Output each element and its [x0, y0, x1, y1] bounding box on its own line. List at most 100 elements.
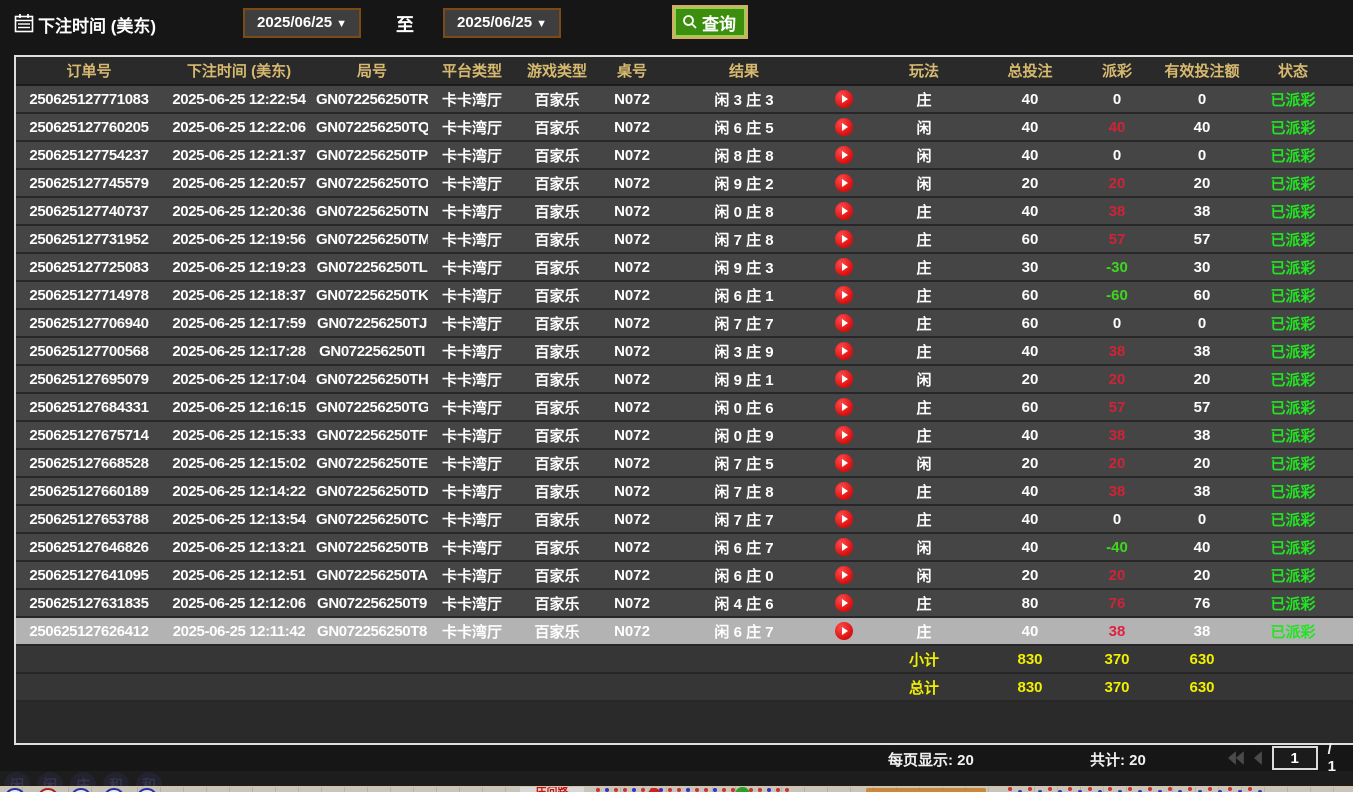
game-detail — [1338, 533, 1353, 561]
table-row[interactable]: 2506251277250832025-06-25 12:19:23GN0722… — [16, 253, 1353, 281]
table-row[interactable]: 2506251277407372025-06-25 12:20:36GN0722… — [16, 197, 1353, 225]
table-row[interactable]: 2506251276950792025-06-25 12:17:04GN0722… — [16, 365, 1353, 393]
bet-order-id: 250625127700568 — [16, 337, 162, 365]
date-to-value: 2025/06/25 — [457, 14, 532, 31]
total-bet: 60 — [982, 309, 1078, 337]
round-id: GN072256250TL — [316, 253, 428, 281]
bet-time: 2025-06-25 12:13:21 — [162, 533, 316, 561]
game-detail — [1338, 393, 1353, 421]
play-video-icon[interactable] — [835, 566, 853, 584]
play-video-icon[interactable] — [835, 342, 853, 360]
play-video-icon[interactable] — [835, 258, 853, 276]
play-video-icon[interactable] — [835, 398, 853, 416]
page-number-input[interactable] — [1272, 746, 1318, 770]
background-road-dot — [695, 788, 699, 792]
status-badge: 已派彩 — [1248, 253, 1338, 281]
background-road-dot — [668, 788, 672, 792]
play-video-icon[interactable] — [835, 314, 853, 332]
background-road-dot — [767, 788, 771, 792]
total-bet: 60 — [982, 393, 1078, 421]
status-badge: 已派彩 — [1248, 309, 1338, 337]
play-video-icon[interactable] — [835, 622, 853, 640]
play-video-icon[interactable] — [835, 370, 853, 388]
table-row[interactable]: 2506251277710832025-06-25 12:22:54GN0722… — [16, 85, 1353, 113]
game-result: 闲 9 庄 2 — [666, 169, 822, 197]
background-road-dot — [776, 788, 780, 792]
payout: 57 — [1078, 393, 1156, 421]
game-detail — [1338, 225, 1353, 253]
total-bet: 20 — [982, 169, 1078, 197]
platform-type: 卡卡湾厅 — [428, 113, 516, 141]
calendar-icon — [14, 13, 34, 33]
table-row[interactable]: 2506251277319522025-06-25 12:19:56GN0722… — [16, 225, 1353, 253]
payout: 38 — [1078, 197, 1156, 225]
total-count-label: 共计: 20 — [1090, 749, 1146, 770]
bet-side: 庄 — [866, 505, 982, 533]
table-row[interactable]: 2506251276410952025-06-25 12:12:51GN0722… — [16, 561, 1353, 589]
table-header-row: 订单号下注时间 (美东)局号平台类型游戏类型桌号结果玩法总投注派彩有效投注额状态… — [16, 57, 1353, 85]
total-bet: 40 — [982, 197, 1078, 225]
table-row[interactable]: 2506251276601892025-06-25 12:14:22GN0722… — [16, 477, 1353, 505]
valid-bet: 57 — [1156, 225, 1248, 253]
play-video-icon[interactable] — [835, 482, 853, 500]
platform-type: 卡卡湾厅 — [428, 393, 516, 421]
total-bet: 40 — [982, 477, 1078, 505]
platform-type: 卡卡湾厅 — [428, 197, 516, 225]
table-row[interactable]: 2506251276757142025-06-25 12:15:33GN0722… — [16, 421, 1353, 449]
table-row[interactable]: 2506251277542372025-06-25 12:21:37GN0722… — [16, 141, 1353, 169]
table-row[interactable]: 2506251277005682025-06-25 12:17:28GN0722… — [16, 337, 1353, 365]
page-title: 下注时间 (美东) — [38, 12, 156, 37]
play-video-icon[interactable] — [835, 594, 853, 612]
play-video-icon[interactable] — [835, 510, 853, 528]
table-row[interactable]: 2506251276318352025-06-25 12:12:06GN0722… — [16, 589, 1353, 617]
play-video-icon[interactable] — [835, 202, 853, 220]
play-video-icon[interactable] — [835, 118, 853, 136]
play-video-icon[interactable] — [835, 230, 853, 248]
round-id: GN072256250TB — [316, 533, 428, 561]
previous-page-icon[interactable] — [1250, 751, 1266, 765]
play-video-icon[interactable] — [835, 426, 853, 444]
bet-order-id: 250625127745579 — [16, 169, 162, 197]
table-row[interactable]: 2506251276264122025-06-25 12:11:42GN0722… — [16, 617, 1353, 645]
bet-time: 2025-06-25 12:16:15 — [162, 393, 316, 421]
table-row[interactable]: 2506251276843312025-06-25 12:16:15GN0722… — [16, 393, 1353, 421]
table-row[interactable]: 2506251277602052025-06-25 12:22:06GN0722… — [16, 113, 1353, 141]
play-video-icon[interactable] — [835, 538, 853, 556]
game-result: 闲 7 庄 7 — [666, 505, 822, 533]
platform-type: 卡卡湾厅 — [428, 85, 516, 113]
header-game: 游 — [1338, 57, 1353, 85]
platform-type: 卡卡湾厅 — [428, 225, 516, 253]
status-badge: 已派彩 — [1248, 85, 1338, 113]
play-video-icon[interactable] — [835, 174, 853, 192]
status-badge: 已派彩 — [1248, 337, 1338, 365]
play-video-icon[interactable] — [835, 146, 853, 164]
status-badge: 已派彩 — [1248, 449, 1338, 477]
game-result: 闲 0 庄 9 — [666, 421, 822, 449]
play-video-icon[interactable] — [835, 454, 853, 472]
date-from-dropdown[interactable]: 2025/06/25▼ — [243, 8, 361, 38]
play-cell — [822, 253, 866, 281]
query-button-label: 查询 — [702, 10, 736, 35]
subtotal-row: 小计 830 370 630 — [16, 645, 1353, 673]
first-page-icon[interactable] — [1228, 751, 1244, 765]
table-row[interactable]: 2506251277455792025-06-25 12:20:57GN0722… — [16, 169, 1353, 197]
table-row[interactable]: 2506251276468262025-06-25 12:13:21GN0722… — [16, 533, 1353, 561]
table-row[interactable]: 2506251276537882025-06-25 12:13:54GN0722… — [16, 505, 1353, 533]
subtotal-total-bet: 830 — [982, 645, 1078, 673]
query-button[interactable]: 查询 — [672, 5, 748, 39]
table-row[interactable]: 2506251277069402025-06-25 12:17:59GN0722… — [16, 309, 1353, 337]
table-row[interactable]: 2506251276685282025-06-25 12:15:02GN0722… — [16, 449, 1353, 477]
status-badge: 已派彩 — [1248, 477, 1338, 505]
total-bet: 40 — [982, 113, 1078, 141]
payout: -60 — [1078, 281, 1156, 309]
round-id: GN072256250TQ — [316, 113, 428, 141]
play-video-icon[interactable] — [835, 286, 853, 304]
background-road-dot — [1228, 787, 1232, 791]
table-number: N072 — [598, 365, 666, 393]
date-to-dropdown[interactable]: 2025/06/25▼ — [443, 8, 561, 38]
table-row[interactable]: 2506251277149782025-06-25 12:18:37GN0722… — [16, 281, 1353, 309]
game-result: 闲 6 庄 7 — [666, 533, 822, 561]
play-video-icon[interactable] — [835, 90, 853, 108]
status-badge: 已派彩 — [1248, 393, 1338, 421]
status-badge: 已派彩 — [1248, 505, 1338, 533]
